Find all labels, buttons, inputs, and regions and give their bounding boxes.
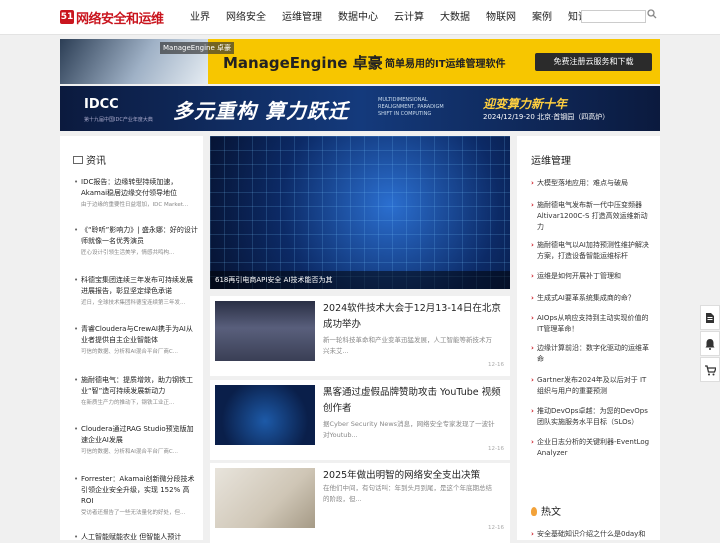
news-header: 资讯 [73,152,106,167]
cart-icon[interactable] [700,357,720,382]
nav-item-cloud[interactable]: 云计算 [386,0,432,35]
hero-image[interactable]: 618再引电商API安全 AI技术能否为其 [210,136,510,289]
news-item-title[interactable]: 《“聆听”影响力》| 盛永娜：好的设计师就像一名优秀演员 [74,225,198,247]
ops-item[interactable]: 企业日志分析的关键利器-EventLog Analyzer [531,437,653,459]
article-card[interactable]: 2025年做出明智的网络安全支出决策 在他们中间，有句话叫：年到头月到尾，是这个… [210,463,510,543]
nav-item-security[interactable]: 网络安全 [218,0,274,35]
article-title[interactable]: 2025年做出明智的网络安全支出决策 [323,468,505,484]
news-item-summary: 由于边缘的重要性日益增加，IDC Market... [81,202,189,208]
news-item-summary: 匠心设计引领生活美学，情感共鸣构... [81,250,175,256]
logo-text: 网络安全和运维 [76,11,164,27]
news-item-title[interactable]: 施耐德电气：提质增效，助力钢铁工业“智”造可持续发展新动力 [74,375,198,397]
hero-grid-graphic [210,136,510,289]
document-icon[interactable] [700,305,720,330]
ops-item[interactable]: 运维是如何开展补丁管理和 [531,271,653,282]
nav-item-iot[interactable]: 物联网 [478,0,524,35]
ops-sidebar: 运维管理 大模型落地应用：难点与破局 施耐德电气发布新一代中压变频器Altiva… [517,136,660,540]
ops-item[interactable]: 施耐德电气发布新一代中压变频器Altivar1200C-S 打造高效运维新动力 [531,200,653,233]
news-item[interactable]: 青睿Cloudera与CrewAI携手为AI从业者提供自主企业智能体可信的数据、… [74,324,198,357]
article-title[interactable]: 2024软件技术大会于12月13-14日在北京成功举办 [323,301,505,333]
ad-welcome: 迎变算力新十年 [483,97,568,111]
nav-item-cases[interactable]: 案例 [524,0,560,35]
manageengine-banner-ad[interactable]: ManageEngine 卓豪 ManageEngine 卓豪 简单易用的IT运… [60,39,660,84]
news-item[interactable]: 施耐德电气：提质增效，助力钢铁工业“智”造可持续发展新动力在新质生产力的推动下，… [74,375,198,408]
idcc-logo-sub: 第十九届中国IDC产业年度大典 [84,117,153,123]
main-nav: 业界 网络安全 运维管理 数据中心 云计算 大数据 物联网 案例 知识 [182,0,596,35]
news-item-title[interactable]: 科德宝集团连续三年发布可持续发展进展报告，彰显坚定绿色承诺 [74,275,198,297]
bell-icon[interactable] [700,331,720,356]
ad-english-subtitle: MULTIDIMENSIONAL REALIGNMENT, PARADIGM S… [378,97,444,117]
ad-brand: ManageEngine 卓豪 [223,54,383,72]
article-desc: 在他们中间，有句话叫：年到头月到尾，是这个年底期总结的阶段，但... [323,484,492,503]
news-sidebar: 资讯 IDC报告：边缘转型持续加速，Akamai稳居边缘交付领导地位由于边缘的重… [60,136,203,540]
logo-mark-text: 51 [60,12,74,22]
ops-item[interactable]: 边缘计算前沿：数字化驱动的运维革命 [531,343,653,365]
news-item[interactable]: 人工智能赋能农业 但智能人预计 [74,532,198,540]
ad-headline: 多元重构 算力跃迁 [173,99,349,123]
floating-toolbar [700,305,720,383]
ad-cta-button[interactable]: 免费注册云服务和下载 [535,53,652,71]
ops-item[interactable]: 推动DevOps卓越：为您的DevOps团队实施服务水平目标（SLOs） [531,406,653,428]
news-item-summary: 在新质生产力的推动下，钢铁工业正... [81,400,175,406]
ops-item[interactable]: 施耐德电气以AI加持预测性维护解决方案，打造设备智能运维标杆 [531,240,653,262]
news-item-title[interactable]: IDC报告：边缘转型持续加速，Akamai稳居边缘交付领导地位 [74,177,198,199]
news-item-summary: 可信的数据、分析和AI混合平台厂商C... [81,349,178,355]
news-item-summary: 受访者还报告了一些无法量化的好处，但... [81,510,186,516]
nav-item-bigdata[interactable]: 大数据 [432,0,478,35]
hot-item[interactable]: 安全基础知识介绍之什么是0day和 [531,529,653,540]
news-item-summary: 近日，全球技术集团科德宝连续第三年发... [81,300,186,306]
search-input[interactable] [581,10,646,23]
news-item[interactable]: 《“聆听”影响力》| 盛永娜：好的设计师就像一名优秀演员匠心设计引领生活美学，情… [74,225,198,258]
nav-item-ops[interactable]: 运维管理 [274,0,330,35]
ops-item[interactable]: AIOps从响应支持到主动实现价值的IT管理革命！ [531,313,653,335]
news-item[interactable]: IDC报告：边缘转型持续加速，Akamai稳居边缘交付领导地位由于边缘的重要性日… [74,177,198,210]
article-thumbnail[interactable] [215,385,315,445]
news-item-summary: 可信的数据、分析和AI混合平台厂商C... [81,449,178,455]
article-thumbnail[interactable] [215,468,315,528]
article-date: 12-16 [488,446,504,452]
news-item-title[interactable]: 人工智能赋能农业 但智能人预计 [74,532,198,540]
ops-item[interactable]: 大模型落地应用：难点与破局 [531,178,653,189]
flame-icon [531,507,537,516]
article-card[interactable]: 黑客通过虚假品牌赞助攻击 YouTube 视频创作者 据Cyber Securi… [210,380,510,460]
hot-title: 热文 [541,507,561,518]
nav-item-industry[interactable]: 业界 [182,0,218,35]
news-icon [73,155,83,164]
news-item-title[interactable]: Forrester：Akamai创新微分段技术引领企业安全升级，实现 152% … [74,474,198,507]
article-card[interactable]: 2024软件技术大会于12月13-14日在北京成功举办 新一轮科技革命和产业变革… [210,296,510,376]
news-item[interactable]: 科德宝集团连续三年发布可持续发展进展报告，彰显坚定绿色承诺近日，全球技术集团科德… [74,275,198,308]
main-content: 618再引电商API安全 AI技术能否为其 2024软件技术大会于12月13-1… [210,136,510,543]
article-desc: 据Cyber Security News消息，网络安全专家发现了一波针对Yout… [323,420,495,439]
ops-item[interactable]: Gartner发布2024年及以后对于 IT组织与用户的重要预测 [531,375,653,397]
idcc-logo: IDCC [84,97,119,112]
article-date: 12-16 [488,362,504,368]
hot-header: 热文 [531,503,561,518]
article-desc: 新一轮科技革命和产业变革迅猛发展，人工智能等新技术万兴未艾... [323,336,492,355]
news-item[interactable]: Forrester：Akamai创新微分段技术引领企业安全升级，实现 152% … [74,474,198,518]
news-title: 资讯 [86,156,106,167]
news-item[interactable]: Cloudera通过RAG Studio预览版加速企业AI发展可信的数据、分析和… [74,424,198,457]
idcc-banner-ad[interactable]: IDCC 第十九届中国IDC产业年度大典 多元重构 算力跃迁 MULTIDIME… [60,86,660,131]
article-title[interactable]: 黑客通过虚假品牌赞助攻击 YouTube 视频创作者 [323,385,505,417]
ops-item[interactable]: 生成式AI要革系统集成商的命？ [531,293,653,304]
ad-slogan: 简单易用的IT运维管理软件 [385,59,506,70]
ad-date: 2024/12/19-20 北京·首钢园（四高炉） [483,113,610,121]
article-date: 12-16 [488,525,504,531]
news-item-title[interactable]: Cloudera通过RAG Studio预览版加速企业AI发展 [74,424,198,446]
ops-title: 运维管理 [531,156,571,167]
search-icon[interactable] [647,9,659,23]
top-bar: 51 网络安全和运维 业界 网络安全 运维管理 数据中心 云计算 大数据 物联网… [0,0,720,35]
news-item-title[interactable]: 青睿Cloudera与CrewAI携手为AI从业者提供自主企业智能体 [74,324,198,346]
article-thumbnail[interactable] [215,301,315,361]
hero-caption[interactable]: 618再引电商API安全 AI技术能否为其 [210,271,510,289]
site-logo[interactable]: 51 网络安全和运维 [60,7,164,27]
nav-item-datacenter[interactable]: 数据中心 [330,0,386,35]
logo-mark: 51 [60,10,74,24]
